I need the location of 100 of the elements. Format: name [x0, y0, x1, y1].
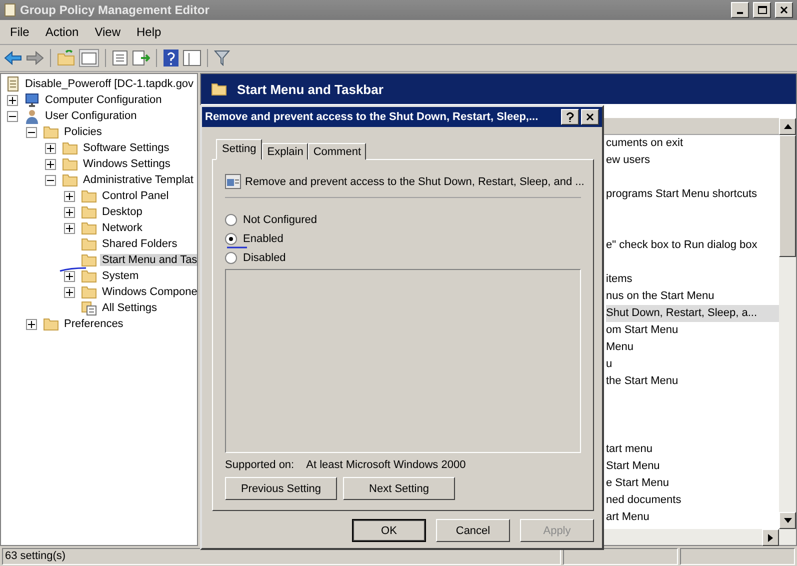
tree-item[interactable]: Windows Compone: [100, 286, 197, 298]
export-list-icon[interactable]: [132, 50, 150, 66]
up-arrow-icon[interactable]: [784, 124, 792, 129]
tree-item[interactable]: Desktop: [100, 206, 144, 218]
tab[interactable]: Setting: [216, 139, 262, 160]
tree-item[interactable]: Windows Settings: [81, 158, 172, 170]
scroll-icon: [6, 76, 20, 92]
forward-arrow-icon[interactable]: [26, 51, 44, 65]
collapse-icon[interactable]: [7, 110, 18, 122]
settings-list-icon: [81, 300, 97, 316]
setting-row[interactable]: ew users: [606, 152, 779, 169]
expand-icon[interactable]: [26, 318, 37, 330]
close-button[interactable]: [775, 2, 793, 18]
expand-icon[interactable]: [45, 142, 56, 154]
menu-item[interactable]: Help: [128, 25, 170, 39]
tab[interactable]: Explain: [262, 143, 308, 160]
radio-button[interactable]: [225, 252, 237, 264]
supported-value: At least Microsoft Windows 2000: [306, 459, 466, 471]
tree-item[interactable]: System: [100, 270, 141, 282]
tree-item[interactable]: Control Panel: [100, 190, 171, 202]
back-arrow-icon[interactable]: [4, 51, 22, 65]
collapse-icon[interactable]: [45, 174, 56, 186]
collapse-icon[interactable]: [26, 126, 37, 138]
nav-button[interactable]: Next Setting: [343, 477, 455, 500]
panel-icon[interactable]: [183, 50, 201, 66]
vertical-scrollbar[interactable]: [779, 118, 796, 545]
folder-icon: [43, 125, 59, 139]
setting-row[interactable]: items: [606, 271, 779, 288]
policy-name: Remove and prevent access to the Shut Down, Restart, Sleep, and ...: [245, 176, 584, 188]
folder-up-icon[interactable]: [57, 50, 75, 66]
menu-item[interactable]: Action: [37, 25, 87, 39]
setting-row[interactable]: Menu: [606, 339, 779, 356]
down-arrow-icon[interactable]: [784, 518, 792, 523]
setting-row[interactable]: cuments on exit: [606, 135, 779, 152]
setting-row[interactable]: e Start Menu: [606, 475, 779, 492]
menu-item[interactable]: View: [86, 25, 128, 39]
radio-button[interactable]: [225, 232, 237, 244]
radio-label[interactable]: Not Configured: [243, 214, 317, 226]
setting-row[interactable]: programs Start Menu shortcuts: [606, 186, 779, 203]
comment-field[interactable]: [225, 269, 581, 453]
radio-button[interactable]: [225, 214, 237, 226]
setting-row[interactable]: ned documents: [606, 492, 779, 509]
minimize-button[interactable]: [731, 2, 749, 18]
folder-icon: [81, 253, 97, 267]
setting-row[interactable]: om Start Menu: [606, 322, 779, 339]
tree-item[interactable]: Disable_Poweroff [DC-1.tapdk.gov: [23, 78, 196, 90]
dialog-button[interactable]: OK: [352, 519, 426, 542]
pane-toggle-icon[interactable]: [79, 49, 99, 67]
expand-icon[interactable]: [45, 158, 56, 170]
underline-mark: [59, 266, 87, 272]
underline-mark: [227, 246, 247, 249]
setting-row[interactable]: the Start Menu: [606, 373, 779, 390]
expand-icon[interactable]: [64, 222, 75, 234]
tree-item[interactable]: Shared Folders: [100, 238, 180, 250]
tree-item[interactable]: All Settings: [100, 302, 160, 314]
setting-row[interactable]: e" check box to Run dialog box: [606, 237, 779, 254]
expand-icon[interactable]: [64, 206, 75, 218]
setting-row[interactable]: u: [606, 356, 779, 373]
folder-icon: [211, 82, 227, 96]
filter-icon[interactable]: [214, 50, 230, 66]
supported-label: Supported on:: [225, 459, 294, 471]
tree-item[interactable]: Start Menu and Tas: [100, 254, 197, 266]
policy-icon: [225, 174, 241, 189]
setting-row[interactable]: tart menu: [606, 441, 779, 458]
dialog-button[interactable]: Cancel: [436, 519, 510, 542]
menu-item[interactable]: File: [2, 25, 38, 39]
scroll-icon: [4, 3, 16, 17]
right-arrow-icon[interactable]: [768, 534, 773, 542]
expand-icon[interactable]: [64, 286, 75, 298]
help-icon[interactable]: [163, 49, 179, 67]
folder-icon: [62, 157, 78, 171]
setting-row[interactable]: Shut Down, Restart, Sleep, a...: [606, 305, 779, 322]
folder-icon: [81, 237, 97, 251]
folder-icon: [62, 173, 78, 187]
setting-row[interactable]: Start Menu: [606, 458, 779, 475]
close-button[interactable]: [581, 109, 599, 125]
properties-icon[interactable]: [112, 50, 128, 66]
tree-item[interactable]: Computer Configuration: [43, 94, 164, 106]
tree-item[interactable]: User Configuration: [43, 110, 139, 122]
tree-item[interactable]: Administrative Templat: [81, 174, 196, 186]
folder-icon: [81, 221, 97, 235]
tree-item[interactable]: Preferences: [62, 318, 126, 330]
maximize-button[interactable]: [753, 2, 771, 18]
setting-row[interactable]: art Menu: [606, 509, 779, 526]
radio-label[interactable]: Disabled: [243, 252, 286, 264]
expand-icon[interactable]: [64, 270, 75, 282]
nav-button[interactable]: Previous Setting: [225, 477, 337, 500]
expand-icon[interactable]: [7, 94, 18, 106]
tree-item[interactable]: Network: [100, 222, 144, 234]
radio-label[interactable]: Enabled: [243, 232, 284, 244]
tree-item[interactable]: Software Settings: [81, 142, 172, 154]
setting-row[interactable]: nus on the Start Menu: [606, 288, 779, 305]
question-mark-icon: [566, 112, 574, 122]
folder-icon: [81, 189, 97, 203]
tree-item[interactable]: Policies: [62, 126, 104, 138]
help-button[interactable]: [561, 109, 579, 125]
folder-icon: [62, 141, 78, 155]
tab[interactable]: Comment: [308, 143, 366, 160]
close-icon: [780, 6, 788, 14]
expand-icon[interactable]: [64, 190, 75, 202]
